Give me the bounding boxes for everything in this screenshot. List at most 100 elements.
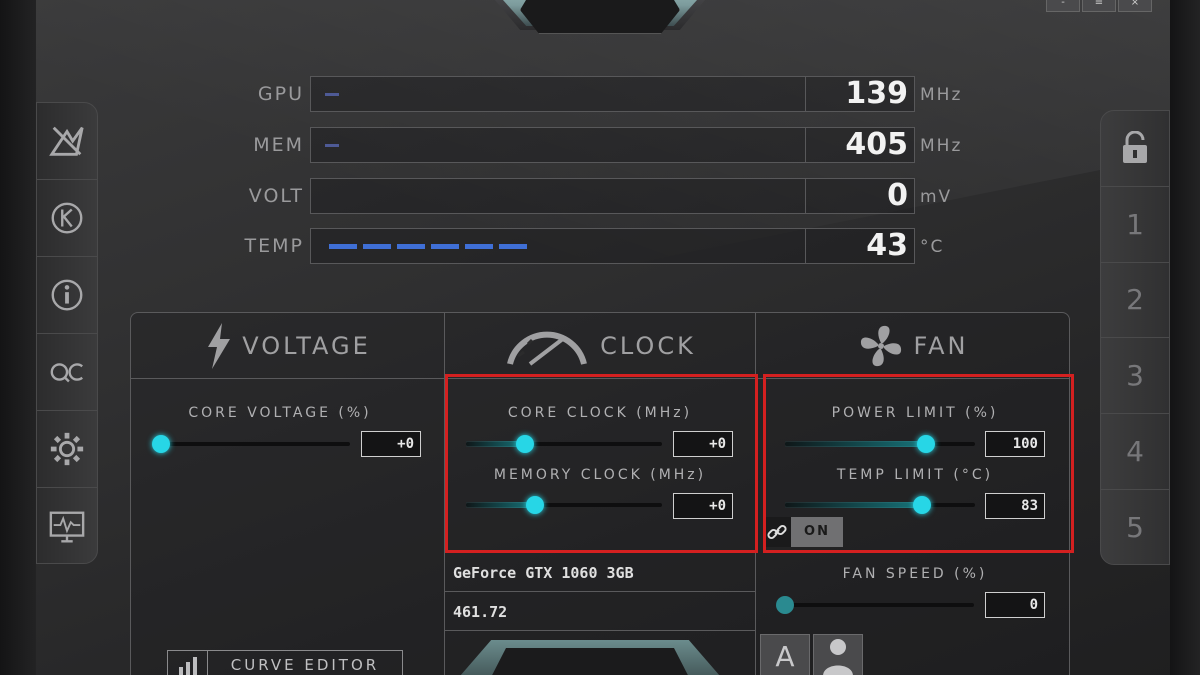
core-voltage-label: CORE VOLTAGE (%)	[188, 405, 372, 421]
lock-icon	[1123, 131, 1147, 164]
lightning-icon	[208, 322, 231, 369]
slider-fill	[466, 502, 535, 508]
speedometer-icon	[507, 331, 588, 366]
core-clock-slider[interactable]	[466, 435, 662, 453]
slider-thumb[interactable]	[152, 435, 170, 453]
minimize-button[interactable]: -	[1046, 0, 1080, 12]
sidebar-item-settings[interactable]	[37, 411, 97, 488]
temp-limit-value[interactable]: 83	[985, 493, 1045, 519]
power-limit-label: POWER LIMIT (%)	[831, 405, 999, 421]
monitor-temp-bar	[329, 244, 529, 249]
sidebar-item-info[interactable]	[37, 257, 97, 334]
settings-icon	[50, 432, 84, 466]
menu-button[interactable]: ≡	[1082, 0, 1116, 12]
core-voltage-slider[interactable]	[152, 435, 350, 453]
fan-speed-slider[interactable]	[776, 596, 974, 614]
user-icon	[823, 639, 853, 675]
slider-fill	[785, 441, 926, 447]
profile-5-button[interactable]: 5	[1101, 490, 1169, 566]
core-clock-label: CORE CLOCK (MHz)	[507, 405, 693, 421]
monitor-row-temp: TEMP 43 °C	[200, 228, 990, 266]
slider-thumb[interactable]	[515, 435, 534, 453]
memory-clock-label: MEMORY CLOCK (MHz)	[493, 467, 707, 483]
monitor-row-gpu: GPU 139 MHz	[200, 76, 990, 114]
tab-clock-label: CLOCK	[600, 331, 696, 360]
monitor-unit: MHz	[920, 136, 963, 156]
profile-2-button[interactable]: 2	[1101, 263, 1169, 339]
monitor-value: 405	[805, 127, 915, 163]
monitor-row-volt: VOLT 0 mV	[200, 178, 990, 216]
close-button[interactable]: ×	[1118, 0, 1152, 12]
bottom-logo-badge	[460, 640, 720, 675]
sidebar-item-oc-scanner[interactable]	[37, 334, 97, 411]
fan-auto-label: A	[775, 639, 795, 673]
monitor-icon	[49, 511, 85, 542]
monitor-value: 139	[805, 76, 915, 112]
memory-clock-value[interactable]: +0	[673, 493, 733, 519]
core-voltage-value[interactable]: +0	[361, 431, 421, 457]
profile-lock-button[interactable]	[1101, 111, 1169, 187]
monitor-bar-fill	[325, 144, 339, 147]
curve-editor-button[interactable]: CURVE EDITOR	[167, 650, 403, 675]
fan-user-button[interactable]	[813, 634, 863, 675]
k-boost-icon	[51, 202, 83, 234]
left-sidebar	[36, 102, 98, 564]
power-limit-value[interactable]: 100	[985, 431, 1045, 457]
monitor-label: GPU	[257, 83, 304, 105]
sidebar-item-kboost[interactable]	[37, 180, 97, 257]
link-toggle-state: ON	[791, 517, 843, 547]
slider-thumb[interactable]	[525, 496, 544, 514]
profile-1-button[interactable]: 1	[1101, 187, 1169, 263]
monitor-unit: °C	[920, 237, 945, 257]
memory-clock-slider[interactable]	[466, 496, 662, 514]
sidebar-item-monitor[interactable]	[37, 488, 97, 565]
fan-icon	[860, 325, 901, 366]
core-clock-value[interactable]: +0	[673, 431, 733, 457]
profile-4-button[interactable]: 4	[1101, 414, 1169, 490]
tab-fan[interactable]: FAN	[756, 313, 1070, 379]
window-controls: - ≡ ×	[1046, 0, 1152, 12]
monitor-bar	[310, 178, 806, 214]
msi-kombustor-icon	[49, 126, 84, 156]
gpu-name: GeForce GTX 1060 3GB	[445, 554, 755, 592]
fan-auto-button[interactable]: A	[760, 634, 810, 675]
monitor-bar	[310, 76, 806, 112]
left-frame	[0, 0, 36, 675]
tab-fan-label: FAN	[913, 331, 969, 360]
slider-thumb[interactable]	[776, 596, 794, 614]
monitor-value: 43	[805, 228, 915, 264]
temp-limit-label: TEMP LIMIT (°C)	[836, 467, 994, 483]
tab-clock[interactable]: CLOCK	[445, 313, 755, 379]
monitor-bar	[310, 127, 806, 163]
slider-thumb[interactable]	[916, 435, 935, 453]
monitor-unit: MHz	[920, 85, 963, 105]
fan-speed-label: FAN SPEED (%)	[842, 566, 988, 582]
fan-speed-value[interactable]: 0	[985, 592, 1045, 618]
profiles-sidebar: 1 2 3 4 5	[1100, 110, 1170, 565]
info-icon	[51, 279, 83, 311]
slider-thumb[interactable]	[912, 496, 931, 514]
msi-afterburner-window: - ≡ × 1 2 3 4 5 GPU 139 MHz MEM 405 MHz …	[0, 0, 1200, 675]
monitor-row-mem: MEM 405 MHz	[200, 127, 990, 165]
temp-limit-slider[interactable]	[785, 496, 975, 514]
chain-link-icon	[763, 517, 791, 547]
monitor-value: 0	[805, 178, 915, 214]
bar-chart-icon	[168, 651, 208, 675]
slider-fill	[785, 502, 922, 508]
curve-editor-label: CURVE EDITOR	[230, 656, 380, 674]
right-frame	[1170, 0, 1200, 675]
profile-3-button[interactable]: 3	[1101, 338, 1169, 415]
link-toggle[interactable]: ON	[763, 517, 843, 547]
monitor-label: TEMP	[244, 235, 304, 257]
monitor-label: VOLT	[248, 185, 304, 207]
power-limit-slider[interactable]	[785, 435, 975, 453]
monitor-bar-fill	[325, 93, 339, 96]
monitor-bar	[310, 228, 806, 264]
driver-version: 461.72	[445, 593, 755, 631]
monitor-unit: mV	[920, 187, 953, 207]
oc-scanner-icon	[50, 363, 83, 383]
sidebar-item-kombustor[interactable]	[37, 103, 97, 180]
tab-voltage[interactable]: VOLTAGE	[131, 313, 444, 379]
monitor-label: MEM	[253, 134, 304, 156]
msi-logo-inner	[520, 0, 680, 34]
